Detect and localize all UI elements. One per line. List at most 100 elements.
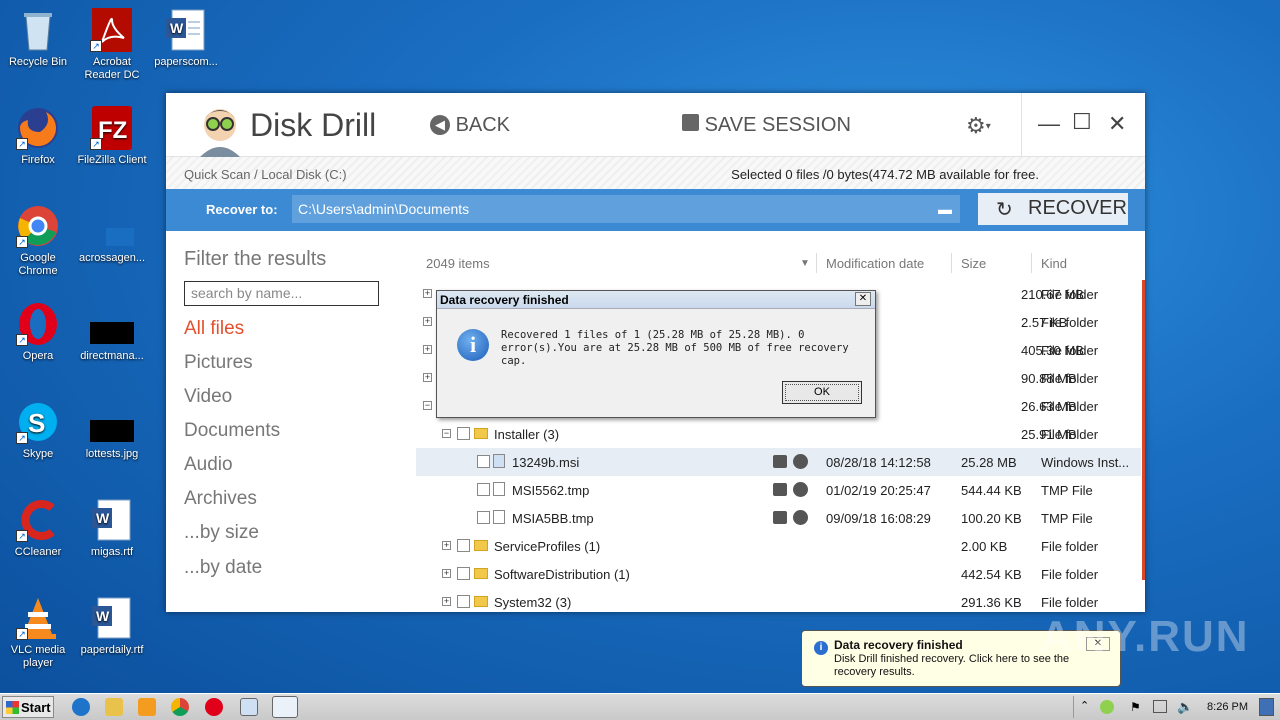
recover-button[interactable]: ↻ RECOVER — [978, 193, 1128, 225]
dialog-close-button[interactable]: ✕ — [855, 292, 871, 306]
table-row[interactable]: MSI5562.tmp 01/02/19 20:25:47 544.44 KB … — [416, 476, 1141, 504]
svg-text:W: W — [170, 20, 184, 36]
recover-path-field[interactable]: C:\Users\admin\Documents ▬ — [292, 195, 960, 223]
row-checkbox[interactable] — [457, 427, 470, 440]
row-kind: File folder — [1041, 427, 1099, 442]
column-kind[interactable]: Kind — [1041, 256, 1067, 271]
desktop-icon-label: Recycle Bin — [8, 56, 68, 68]
filter-audio[interactable]: Audio — [184, 454, 233, 476]
firefox-icon: ↗ — [16, 106, 60, 150]
expand-icon[interactable]: + — [442, 569, 451, 578]
desktop-icon-firefox[interactable]: ↗ Firefox — [0, 106, 76, 167]
preview-list-icon[interactable] — [773, 455, 787, 468]
save-session-button[interactable]: SAVE SESSION — [682, 114, 851, 137]
disk-drill-taskbar-icon[interactable] — [272, 696, 298, 718]
chrome-taskbar-icon[interactable] — [171, 698, 189, 716]
filter-pictures[interactable]: Pictures — [184, 352, 253, 374]
column-size[interactable]: Size — [961, 256, 986, 271]
desktop-icon-directmana[interactable]: directmana... — [74, 302, 150, 363]
desktop-icon-filezilla[interactable]: FZ ↗ FileZilla Client — [74, 106, 150, 167]
search-input[interactable]: search by name... — [184, 281, 379, 306]
show-hidden-icons-chevron-icon[interactable]: ⌃ — [1080, 699, 1089, 712]
desktop-icon-lottests[interactable]: lottests.jpg — [74, 400, 150, 461]
desktop-icon-opera[interactable]: ↗ Opera — [0, 302, 76, 363]
filter-by-size[interactable]: ...by size — [184, 522, 259, 544]
expand-icon[interactable]: + — [423, 345, 432, 354]
table-row[interactable]: + ServiceProfiles (1) 2.00 KB File folde… — [416, 532, 1141, 560]
breadcrumb: Quick Scan / Local Disk (C:) — [184, 167, 347, 182]
desktop-icon-paperscom[interactable]: W paperscom... — [148, 8, 224, 69]
filter-by-date[interactable]: ...by date — [184, 557, 262, 579]
expand-icon[interactable]: + — [442, 597, 451, 606]
start-button[interactable]: Start — [2, 696, 54, 718]
table-row[interactable]: 13249b.msi 08/28/18 14:12:58 25.28 MB Wi… — [416, 448, 1141, 476]
row-checkbox[interactable] — [457, 595, 470, 608]
column-modification-date[interactable]: Modification date — [826, 256, 924, 271]
row-checkbox[interactable] — [477, 483, 490, 496]
internet-explorer-icon[interactable] — [72, 698, 90, 716]
action-center-flag-icon[interactable]: ⚑ — [1130, 700, 1141, 714]
desktop-icon-chrome[interactable]: ↗ Google Chrome — [0, 204, 76, 278]
filter-documents[interactable]: Documents — [184, 420, 280, 442]
file-explorer-icon[interactable] — [105, 698, 123, 716]
recover-button-label: RECOVER — [1028, 197, 1127, 219]
close-button[interactable]: ✕ — [1108, 111, 1126, 137]
opera-taskbar-icon[interactable] — [205, 698, 223, 716]
media-player-icon[interactable] — [138, 698, 156, 716]
dialog-title: Data recovery finished — [440, 293, 569, 307]
table-row[interactable]: + System32 (3) 291.36 KB File folder — [416, 588, 1141, 612]
desktop-icon-recycle-bin[interactable]: Recycle Bin — [0, 8, 76, 69]
row-checkbox[interactable] — [477, 511, 490, 524]
row-checkbox[interactable] — [457, 539, 470, 552]
table-row[interactable]: + SoftwareDistribution (1) 442.54 KB Fil… — [416, 560, 1141, 588]
back-button[interactable]: ◀ BACK — [430, 114, 510, 137]
desktop-icon-acrobat[interactable]: ↗ Acrobat Reader DC — [74, 8, 150, 82]
volume-icon[interactable]: 🔈 — [1177, 699, 1193, 715]
row-date: 09/09/18 16:08:29 — [826, 511, 931, 526]
row-checkbox[interactable] — [477, 455, 490, 468]
row-name: 13249b.msi — [512, 455, 580, 470]
collapse-icon[interactable]: − — [442, 429, 451, 438]
collapse-icon[interactable]: − — [423, 401, 432, 410]
sort-chevron-icon[interactable]: ▼ — [800, 258, 810, 269]
search-preview-icon[interactable] — [793, 454, 808, 469]
desktop-icon-vlc[interactable]: ↗ VLC media player — [0, 596, 76, 670]
filter-video[interactable]: Video — [184, 386, 232, 408]
disk-drill-tray-icon[interactable] — [1100, 700, 1114, 714]
table-row[interactable]: − Installer (3) 25.91 MB File folder — [416, 420, 1141, 448]
minimize-button[interactable]: — — [1038, 111, 1060, 137]
scrollbar[interactable] — [1142, 280, 1145, 580]
row-size: 544.44 KB — [961, 483, 1022, 498]
row-date: 01/02/19 20:25:47 — [826, 483, 931, 498]
file-icon — [493, 482, 505, 496]
settings-gear-icon[interactable]: ⚙▾ — [966, 113, 991, 139]
desktop-icon-migas[interactable]: W migas.rtf — [74, 498, 150, 559]
installer-taskbar-icon[interactable] — [240, 698, 258, 716]
search-preview-icon[interactable] — [793, 482, 808, 497]
clock[interactable]: 8:26 PM — [1207, 701, 1248, 713]
show-desktop-button[interactable] — [1259, 698, 1274, 716]
row-size: 25.28 MB — [961, 455, 1017, 470]
desktop-icon-ccleaner[interactable]: ↗ CCleaner — [0, 498, 76, 559]
expand-icon[interactable]: + — [423, 317, 432, 326]
maximize-button[interactable]: ☐ — [1072, 109, 1092, 135]
folder-browse-icon[interactable]: ▬ — [938, 201, 952, 217]
preview-list-icon[interactable] — [773, 483, 787, 496]
expand-icon[interactable]: + — [423, 289, 432, 298]
expand-icon[interactable]: + — [442, 541, 451, 550]
filter-all-files[interactable]: All files — [184, 318, 244, 340]
filter-archives[interactable]: Archives — [184, 488, 257, 510]
desktop-icon-label: Opera — [22, 350, 54, 362]
desktop-icon-acrossagen[interactable]: acrossagen... — [74, 204, 150, 265]
ok-button[interactable]: OK — [782, 381, 862, 404]
search-preview-icon[interactable] — [793, 510, 808, 525]
table-row[interactable]: MSIA5BB.tmp 09/09/18 16:08:29 100.20 KB … — [416, 504, 1141, 532]
desktop-icon-paperdaily[interactable]: W paperdaily.rtf — [74, 596, 150, 657]
column-divider — [816, 253, 817, 273]
network-icon[interactable] — [1153, 700, 1167, 713]
row-checkbox[interactable] — [457, 567, 470, 580]
preview-list-icon[interactable] — [773, 511, 787, 524]
expand-icon[interactable]: + — [423, 373, 432, 382]
desktop-icon-skype[interactable]: S ↗ Skype — [0, 400, 76, 461]
chrome-icon: ↗ — [16, 204, 60, 248]
